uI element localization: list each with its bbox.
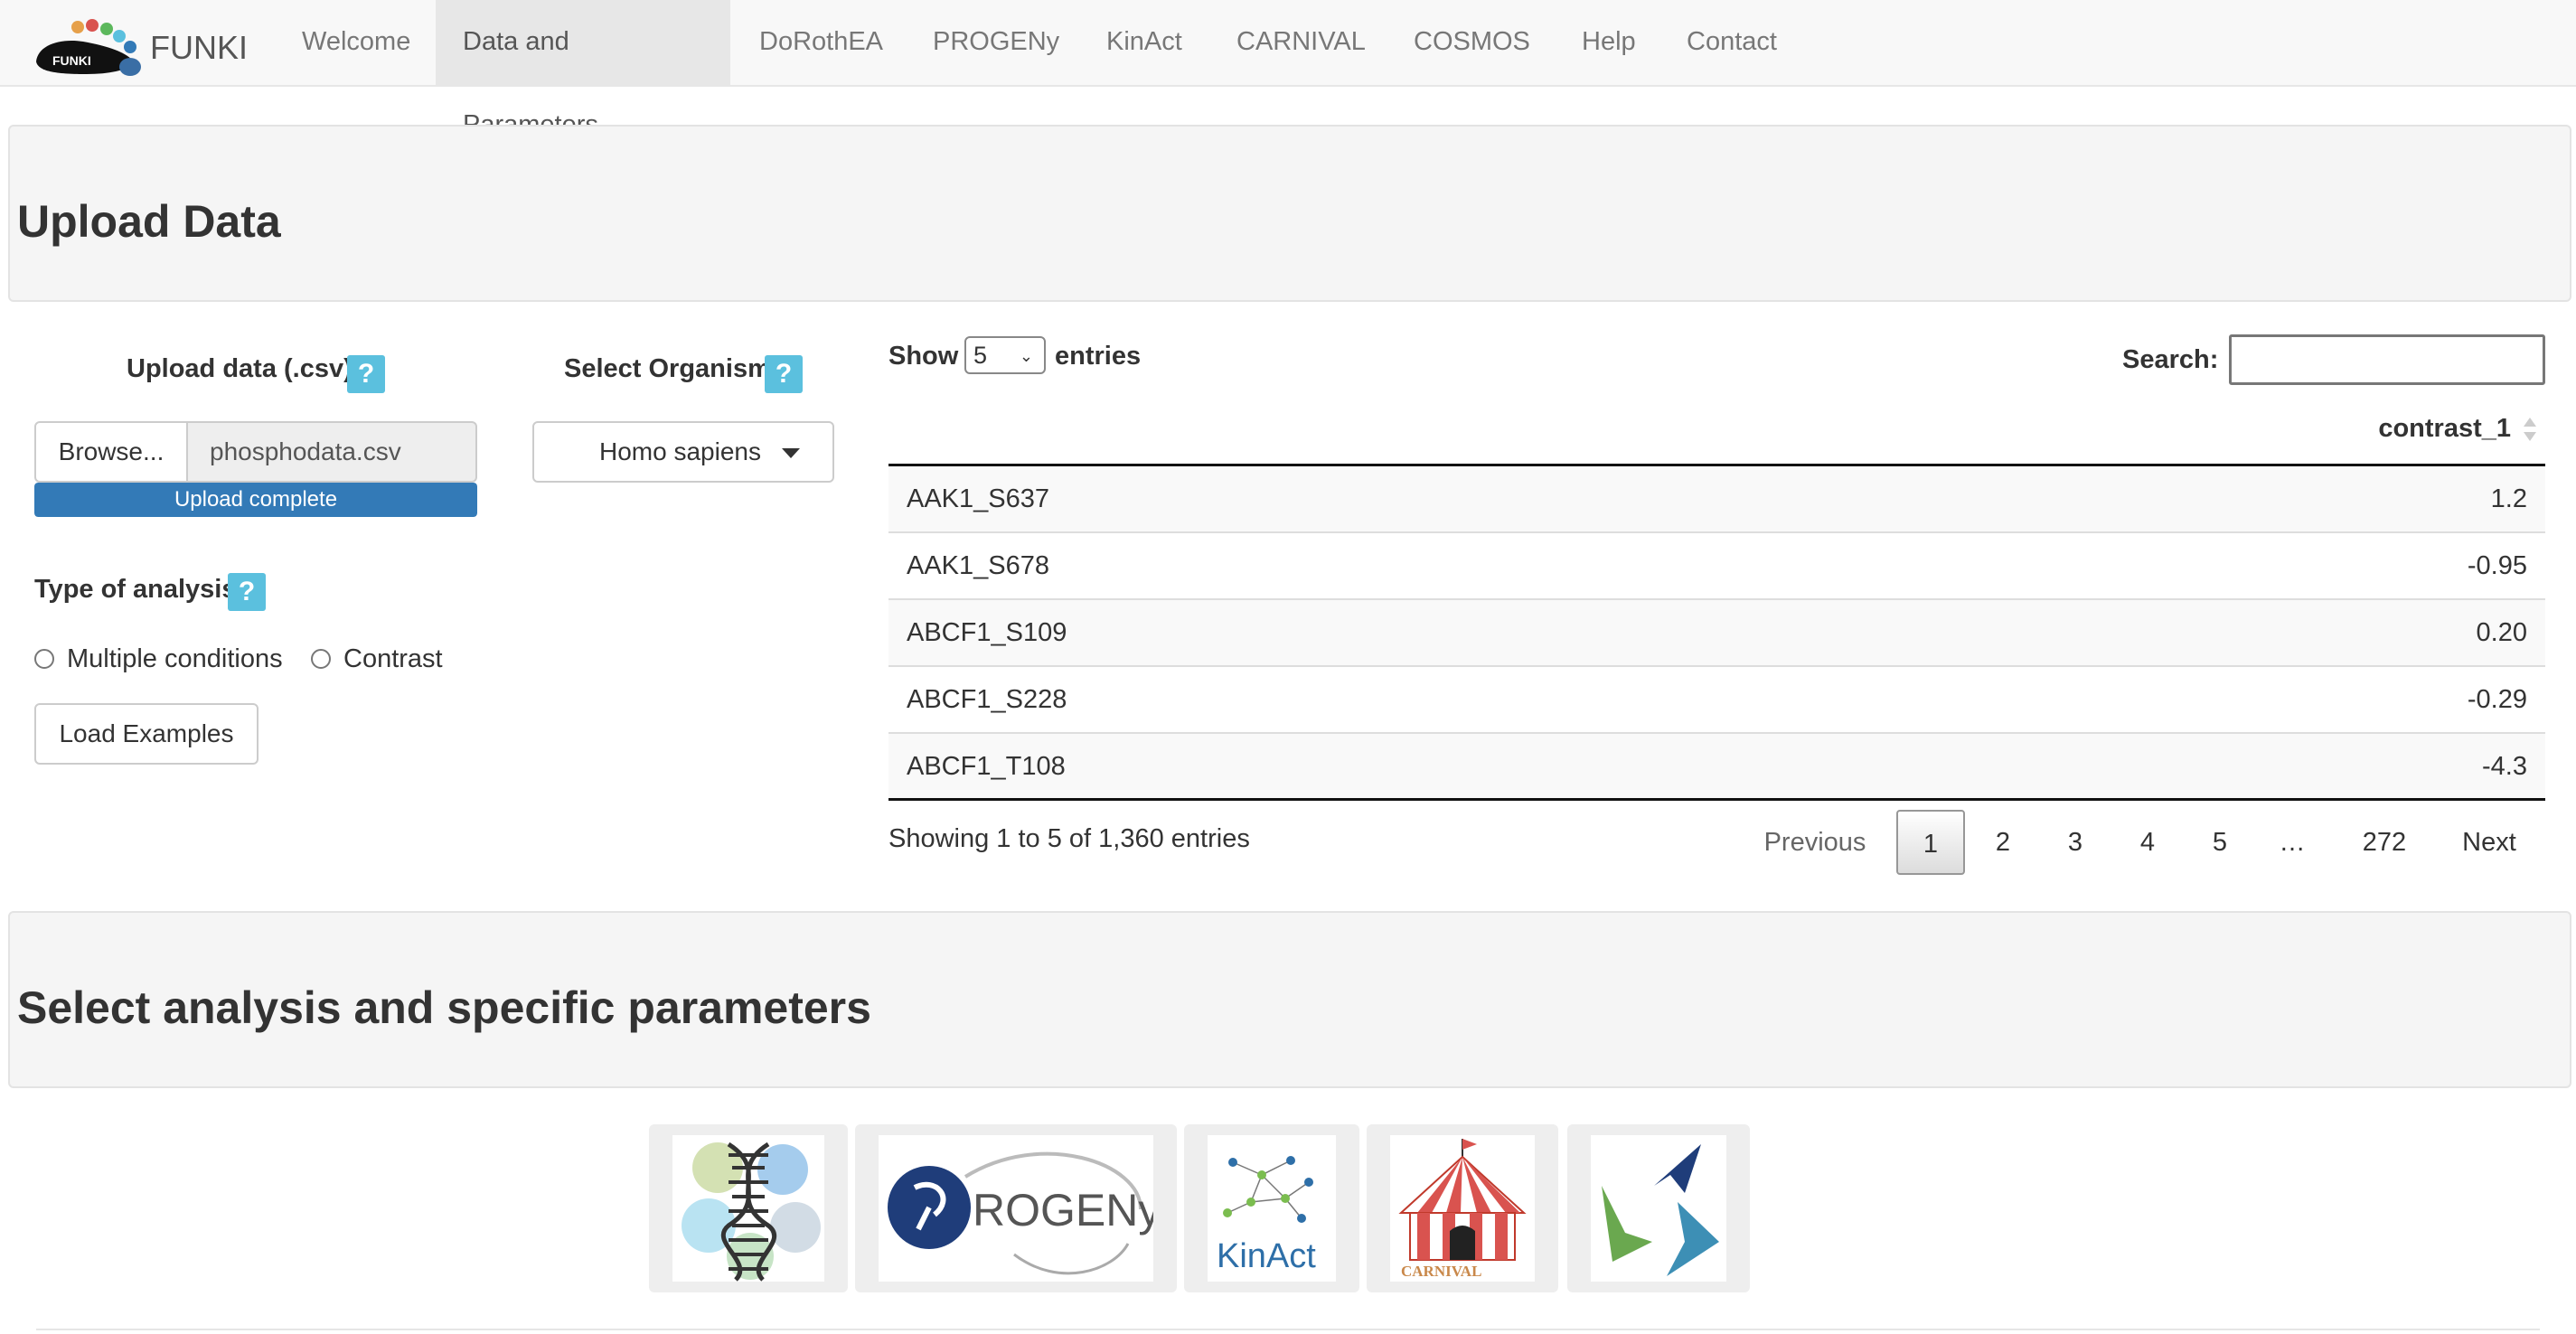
radio-circle-icon[interactable] (34, 649, 54, 669)
entries-length-value: 5 (973, 342, 988, 369)
brand[interactable]: FUNKI FUNKI (33, 18, 248, 78)
brand-name: FUNKI (150, 29, 248, 66)
sort-icon[interactable] (2524, 416, 2538, 445)
select-organism-label: Select Organism (564, 354, 771, 383)
column-title: contrast_1 (2378, 414, 2511, 443)
kinact-tile[interactable]: KinAct (1184, 1124, 1359, 1292)
table-row[interactable]: AAK1_S678 -0.95 (888, 533, 2545, 600)
pagination-page-4[interactable]: 4 (2113, 810, 2182, 875)
file-name-field: phosphodata.csv (186, 421, 477, 483)
row-id: AAK1_S678 (907, 551, 1050, 580)
upload-data-panel: Upload Data (8, 125, 2571, 302)
chevron-down-icon: ⌄ (1019, 347, 1033, 365)
row-id: ABCF1_S109 (907, 618, 1067, 647)
svg-text:FUNKI: FUNKI (52, 53, 91, 68)
upload-data-label: Upload data (.csv) (127, 354, 353, 383)
help-upload-icon[interactable]: ? (347, 355, 385, 393)
cosmos-logo (1591, 1135, 1726, 1282)
pagination-page-5[interactable]: 5 (2186, 810, 2254, 875)
row-id: ABCF1_T108 (907, 752, 1066, 781)
help-analysis-icon[interactable]: ? (228, 573, 266, 611)
svg-text:CARNIVAL: CARNIVAL (1401, 1263, 1481, 1280)
pagination-previous[interactable]: Previous (1748, 810, 1882, 875)
select-analysis-panel: Select analysis and specific parameters (8, 911, 2571, 1088)
progeny-logo: ROGENy (879, 1135, 1153, 1282)
search-label: Search: (2122, 345, 2219, 374)
funki-footprint-logo: FUNKI (36, 19, 141, 76)
entries-label: entries (1055, 342, 1142, 371)
row-value: 0.20 (2476, 618, 2527, 647)
dorothea-tile[interactable] (649, 1124, 848, 1292)
table-info: Showing 1 to 5 of 1,360 entries (888, 824, 1250, 853)
analysis-type-label: Type of analysis (34, 575, 237, 604)
pagination-page-1[interactable]: 1 (1896, 810, 1965, 875)
column-header-contrast-1[interactable]: contrast_1 (888, 398, 2545, 466)
dorothea-logo (672, 1135, 824, 1282)
row-value: 1.2 (2490, 484, 2527, 513)
cosmos-tile[interactable] (1567, 1124, 1750, 1292)
caret-down-icon (782, 448, 800, 458)
pagination-ellipsis: … (2279, 828, 2306, 857)
pagination-next[interactable]: Next (2444, 810, 2534, 875)
nav-welcome[interactable]: Welcome (275, 0, 437, 87)
upload-progress-bar: Upload complete (34, 483, 477, 517)
nav-kinact[interactable]: KinAct (1079, 0, 1209, 87)
row-value: -0.95 (2467, 551, 2527, 580)
nav-carnival[interactable]: CARNIVAL (1209, 0, 1393, 87)
kinact-logo: KinAct (1208, 1135, 1336, 1282)
top-navbar: FUNKI FUNKI Welcome Data and Parameters … (0, 0, 2576, 139)
pagination-page-272[interactable]: 272 (2341, 810, 2428, 875)
help-organism-icon[interactable]: ? (765, 355, 803, 393)
show-label: Show (888, 342, 959, 371)
table-row[interactable]: AAK1_S637 1.2 (888, 466, 2545, 533)
nav-help[interactable]: Help (1555, 0, 1663, 87)
pagination-page-2[interactable]: 2 (1969, 810, 2037, 875)
upload-data-title: Upload Data (17, 196, 281, 247)
progeny-tile[interactable]: ROGENy (855, 1124, 1177, 1292)
radio-contrast[interactable]: Contrast (311, 644, 443, 674)
pagination-page-3[interactable]: 3 (2041, 810, 2110, 875)
upload-progress-fill: Upload complete (34, 483, 477, 517)
organism-select[interactable]: Homo sapiens (532, 421, 834, 483)
row-id: AAK1_S637 (907, 484, 1050, 513)
table-row[interactable]: ABCF1_S109 0.20 (888, 600, 2545, 667)
browse-button[interactable]: Browse... (34, 421, 188, 483)
file-upload-group: Browse... phosphodata.csv (34, 421, 477, 483)
radio-multiple-label: Multiple conditions (67, 644, 283, 673)
entries-length-select[interactable]: 5 ⌄ (964, 336, 1046, 374)
svg-text:KinAct: KinAct (1217, 1237, 1316, 1275)
row-id: ABCF1_S228 (907, 685, 1067, 714)
nav-data-and-parameters[interactable]: Data and Parameters (436, 0, 730, 139)
nav-progeny[interactable]: PROGENy (906, 0, 1086, 87)
load-examples-button[interactable]: Load Examples (34, 703, 259, 765)
row-value: -4.3 (2482, 752, 2527, 781)
radio-contrast-label: Contrast (343, 644, 443, 673)
organism-selected-value: Homo sapiens (599, 437, 761, 465)
radio-circle-icon[interactable] (311, 649, 331, 669)
select-analysis-title: Select analysis and specific parameters (17, 982, 871, 1033)
radio-multiple-conditions[interactable]: Multiple conditions (34, 644, 283, 674)
nav-contact[interactable]: Contact (1659, 0, 1804, 87)
row-value: -0.29 (2467, 685, 2527, 714)
table-row[interactable]: ABCF1_S228 -0.29 (888, 667, 2545, 734)
svg-text:ROGENy: ROGENy (973, 1185, 1153, 1235)
nav-dorothea[interactable]: DoRothEA (732, 0, 910, 87)
carnival-tile[interactable]: CARNIVAL (1367, 1124, 1558, 1292)
table-row[interactable]: ABCF1_T108 -4.3 (888, 734, 2545, 801)
footer-divider (36, 1329, 2540, 1330)
search-input[interactable] (2229, 334, 2545, 385)
carnival-logo: CARNIVAL (1390, 1135, 1535, 1282)
nav-cosmos[interactable]: COSMOS (1387, 0, 1557, 87)
